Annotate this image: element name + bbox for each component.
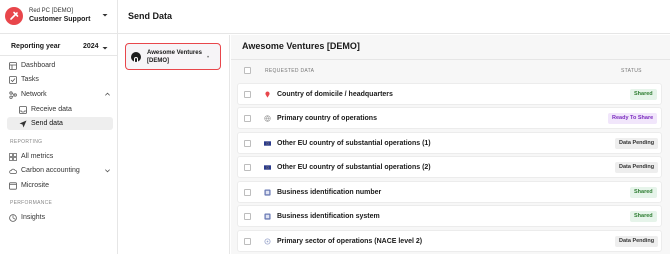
company-list: Awesome Ventures [DEMO] • [118,35,230,254]
column-header-requested-data: REQUESTED DATA [265,68,315,74]
table-row[interactable]: Country of domicile / headquarters Share… [237,83,662,105]
reporting-year-label: Reporting year [11,43,61,50]
chevron-up-icon [105,92,110,96]
checkbox-icon [9,76,17,84]
company-name: Awesome Ventures [147,50,202,56]
chevron-down-icon [102,14,108,17]
send-icon [19,120,27,128]
table-row[interactable]: Primary sector of operations (NACE level… [237,230,662,252]
sidebar-item-label: Insights [21,214,46,221]
detail-panel: Awesome Ventures [DEMO] REQUESTED DATA S… [231,35,670,254]
status-badge: Shared [630,211,657,222]
table-row[interactable]: Other EU country of substantial operatio… [237,156,662,178]
chevron-down-icon [102,47,108,50]
id-icon [264,189,271,196]
globe-icon [264,115,271,122]
row-checkbox[interactable] [244,238,251,245]
row-checkbox[interactable] [244,213,251,220]
status-badge: Data Pending [615,162,659,173]
sidebar-item-tasks[interactable]: Tasks [7,73,113,86]
id-icon [264,213,271,220]
status-badge: Data Pending [615,138,659,149]
unread-dot: • [207,55,210,61]
window-icon [9,182,17,190]
divider [0,55,118,56]
sidebar-item-label: Microsite [21,182,50,189]
sidebar-item-dashboard[interactable]: Dashboard [7,59,113,72]
row-checkbox[interactable] [244,115,251,122]
sidebar-item-insights[interactable]: Insights [7,211,113,224]
row-checkbox[interactable] [244,164,251,171]
sidebar: Red PC [DEMO] Customer Support Reporting… [0,0,118,254]
row-label: Primary sector of operations (NACE level… [277,238,423,245]
sidebar-item-label: Tasks [21,76,39,83]
dashboard-icon [9,62,17,70]
row-label: Business identification number [277,189,382,196]
eu-flag-icon [264,141,271,146]
row-checkbox[interactable] [244,91,251,98]
sidebar-item-receive-data[interactable]: Receive data [7,103,113,116]
table-row[interactable]: Primary country of operations Ready To S… [237,107,662,129]
table-row[interactable]: Other EU country of substantial operatio… [237,132,662,154]
sidebar-item-carbon-accounting[interactable]: Carbon accounting [7,164,113,177]
org-switcher[interactable]: Red PC [DEMO] Customer Support [0,0,118,34]
sidebar-item-label: Network [21,91,47,98]
row-checkbox[interactable] [244,189,251,196]
sector-icon [264,238,271,245]
inbox-icon [19,106,27,114]
table-row[interactable]: Business identification number Shared [237,181,662,203]
status-badge: Shared [630,187,657,198]
page-header: Send Data [118,0,670,34]
sidebar-item-label: Dashboard [21,62,56,69]
grid-icon [9,153,17,161]
sidebar-item-network[interactable]: Network [7,88,113,101]
company-avatar [131,52,141,63]
row-label: Primary country of operations [277,115,377,122]
org-name: Red PC [DEMO] [29,8,74,14]
page-title: Send Data [128,11,173,21]
map-pin-icon [265,91,270,98]
reporting-year-select[interactable]: Reporting year 2024 [0,40,118,54]
section-heading-reporting: REPORTING [10,139,43,145]
network-icon [9,91,17,99]
org-logo-icon [5,7,23,25]
sidebar-item-send-data[interactable]: Send data [7,117,113,130]
row-label: Other EU country of substantial operatio… [277,164,431,171]
company-card-selected[interactable]: Awesome Ventures [DEMO] • [125,43,221,70]
status-badge: Ready To Share [608,113,658,124]
row-label: Business identification system [277,213,380,220]
sidebar-item-label: Carbon accounting [21,167,80,174]
chevron-down-icon [105,169,110,173]
row-label: Other EU country of substantial operatio… [277,140,431,147]
reporting-year-value: 2024 [83,43,99,50]
sidebar-item-label: All metrics [21,153,54,160]
status-badge: Shared [630,89,657,100]
company-name-suffix: [DEMO] [147,58,169,64]
cloud-icon [9,168,17,174]
divider [231,59,670,60]
sidebar-item-label: Receive data [31,106,72,113]
sidebar-item-label: Send data [31,120,63,127]
section-heading-performance: PERFORMANCE [10,200,53,206]
status-badge: Data Pending [615,236,659,247]
eu-flag-icon [264,165,271,170]
sidebar-item-microsite[interactable]: Microsite [7,179,113,192]
select-all-checkbox[interactable] [244,67,251,74]
row-label: Country of domicile / headquarters [277,91,393,98]
detail-title: Awesome Ventures [DEMO] [242,41,360,51]
org-workspace: Customer Support [29,16,91,23]
sidebar-item-all-metrics[interactable]: All metrics [7,150,113,163]
insights-icon [9,214,17,222]
column-header-status: STATUS [621,68,642,74]
row-checkbox[interactable] [244,140,251,147]
table-row[interactable]: Business identification system Shared [237,205,662,227]
